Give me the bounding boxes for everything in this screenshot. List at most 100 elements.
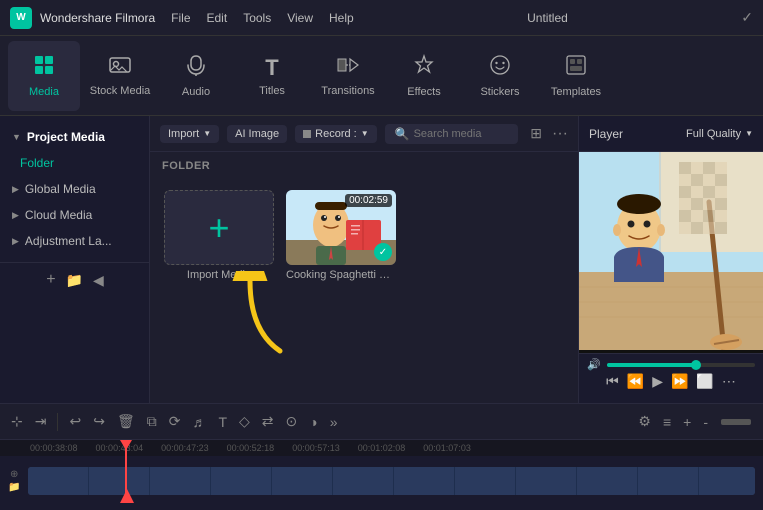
import-dropdown-icon: ▼ [203, 129, 211, 138]
more-options-icon[interactable]: ··· [552, 125, 568, 143]
frame-forward-button[interactable]: ⏩ [671, 373, 688, 390]
video-media-item[interactable]: 00:02:59 ✓ Cooking Spaghetti _ Mr. Bea..… [286, 190, 396, 281]
menu-view[interactable]: View [287, 11, 313, 25]
timeline-arrows-button[interactable]: ⇄ [259, 410, 277, 433]
player-controls: 🔊 ⏮ ⏪ ▶ ⏩ ⬜ ⋯ [579, 353, 763, 403]
sidebar-project-media-label: Project Media [27, 130, 105, 144]
quality-chevron-icon: ▼ [745, 129, 753, 138]
video-media-thumb[interactable]: 00:02:59 ✓ [286, 190, 396, 265]
check-badge: ✓ [374, 243, 392, 261]
record-button[interactable]: Record : ▼ [295, 125, 377, 143]
arrow-down-icon: ▼ [12, 132, 21, 142]
transitions-icon [336, 55, 360, 81]
progress-bar-container: 🔊 [587, 358, 755, 371]
toolbar-transitions[interactable]: Transitions [312, 41, 384, 111]
menu-tools[interactable]: Tools [243, 11, 271, 25]
timeline-redo-button[interactable]: ↪ [90, 410, 108, 433]
timeline-audio-button[interactable]: ♬ [189, 411, 209, 433]
toolbar-effects[interactable]: Effects [388, 41, 460, 111]
track-add-icon[interactable]: ⊕ [10, 469, 18, 480]
progress-fill [607, 363, 696, 367]
import-media-thumb[interactable]: + [164, 190, 274, 265]
ai-image-label: AI Image [235, 128, 279, 140]
timestamp-6: 00:01:02:08 [358, 443, 406, 453]
media-icon [33, 54, 55, 82]
sidebar-item-adjustment[interactable]: ▶ Adjustment La... [0, 228, 149, 254]
import-button[interactable]: Import ▼ [160, 125, 219, 143]
record-label: Record : [315, 128, 357, 140]
track-bar[interactable] [28, 467, 755, 495]
sidebar-item-global-media[interactable]: ▶ Global Media [0, 176, 149, 202]
playhead-top [120, 440, 132, 450]
filter-icon[interactable]: ⊞ [530, 125, 542, 142]
sidebar-item-cloud-media[interactable]: ▶ Cloud Media [0, 202, 149, 228]
timeline-more-button[interactable]: » [327, 411, 341, 433]
menu-help[interactable]: Help [329, 11, 354, 25]
timestamp-7: 00:01:07:03 [423, 443, 471, 453]
timeline-add-button[interactable]: + [680, 411, 694, 433]
timeline-select-tool[interactable]: ⊹ [8, 410, 26, 433]
stickers-icon [489, 54, 511, 82]
templates-icon [565, 54, 587, 82]
timeline-settings-button[interactable]: ⚙ [635, 410, 654, 433]
timeline-keyframe-button[interactable]: ◇ [236, 410, 253, 433]
import-media-item[interactable]: + Import Media [164, 190, 274, 281]
play-button[interactable]: ▶ [652, 373, 663, 390]
timeline-ripple-tool[interactable]: ⇥ [32, 410, 50, 433]
sidebar-item-project-media[interactable]: ▼ Project Media [0, 124, 149, 150]
track-folder-icon[interactable]: 📁 [8, 482, 20, 493]
timeline-speed-button[interactable]: ⟳ [166, 410, 184, 433]
timeline-filter-button[interactable]: ⊙ [283, 410, 301, 433]
titles-icon: T [265, 55, 278, 81]
toolbar-stickers[interactable]: Stickers [464, 41, 536, 111]
timeline-color-button[interactable]: ◑ [306, 411, 320, 433]
timeline-tracks: 00:00:38:08 00:00:43:04 00:00:47:23 00:0… [0, 440, 763, 503]
toolbar-templates[interactable]: Templates [540, 41, 612, 111]
toolbar-media[interactable]: Media [8, 41, 80, 111]
more-ctrl-button[interactable]: ⋯ [722, 373, 736, 390]
sidebar: ▼ Project Media Folder ▶ Global Media ▶ … [0, 116, 150, 403]
toolbar-stock-media[interactable]: Stock Media [84, 41, 156, 111]
sidebar-cloud-media-label: Cloud Media [25, 208, 92, 222]
timeline-toolbar: ⊹ ⇥ ↩ ↪ 🗑 ⧉ ⟳ ♬ T ◇ ⇄ ⊙ ◑ » ⚙ ≡ + - [0, 404, 763, 440]
sidebar-collapse-icon[interactable]: ◀ [93, 272, 104, 289]
menu-file[interactable]: File [171, 11, 190, 25]
main-toolbar: Media Stock Media Audio T Titles [0, 36, 763, 116]
menu-edit[interactable]: Edit [207, 11, 228, 25]
quality-select[interactable]: Full Quality ▼ [686, 128, 753, 140]
timeline-undo-button[interactable]: ↩ [66, 410, 84, 433]
frame-back-button[interactable]: ⏪ [627, 373, 644, 390]
ai-image-button[interactable]: AI Image [227, 125, 287, 143]
sidebar-folder-icon[interactable]: 📁 [66, 272, 83, 289]
player-label: Player [589, 127, 623, 141]
toolbar-audio[interactable]: Audio [160, 41, 232, 111]
content-panel: Import ▼ AI Image Record : ▼ 🔍 ⊞ ··· FOL… [150, 116, 578, 403]
toolbar-titles[interactable]: T Titles [236, 41, 308, 111]
sidebar-add-icon[interactable]: + [46, 271, 55, 289]
timeline-track-button[interactable]: ≡ [660, 411, 674, 433]
app-name: Wondershare Filmora [40, 11, 155, 25]
skip-back-button[interactable]: ⏮ [606, 373, 619, 390]
window-title: Untitled [362, 11, 734, 25]
sidebar-folder[interactable]: Folder [0, 150, 149, 176]
stickers-label: Stickers [480, 86, 519, 98]
fullscreen-button[interactable]: ⬜ [696, 373, 713, 390]
timestamp-1: 00:00:38:08 [30, 443, 78, 453]
timeline: ⊹ ⇥ ↩ ↪ 🗑 ⧉ ⟳ ♬ T ◇ ⇄ ⊙ ◑ » ⚙ ≡ + - 00:0… [0, 403, 763, 503]
timeline-crop-button[interactable]: ⧉ [144, 410, 160, 433]
timeline-delete-button[interactable]: 🗑 [114, 410, 138, 433]
search-input[interactable] [414, 128, 509, 140]
progress-bar[interactable] [607, 363, 755, 367]
media-label: Media [29, 86, 59, 98]
duration-badge: 00:02:59 [345, 194, 392, 207]
titles-label: Titles [259, 85, 285, 97]
audio-label: Audio [182, 86, 210, 98]
search-icon: 🔍 [395, 127, 410, 141]
timeline-minus-button[interactable]: - [700, 411, 711, 433]
timeline-text-button[interactable]: T [215, 411, 230, 433]
timeline-zoom-bar[interactable] [721, 419, 751, 425]
volume-icon[interactable]: 🔊 [587, 358, 601, 371]
search-box[interactable]: 🔍 [385, 124, 519, 144]
track-icons: ⊕ 📁 [8, 469, 20, 493]
content-area-wrapper: ▼ Project Media Folder ▶ Global Media ▶ … [0, 116, 763, 403]
